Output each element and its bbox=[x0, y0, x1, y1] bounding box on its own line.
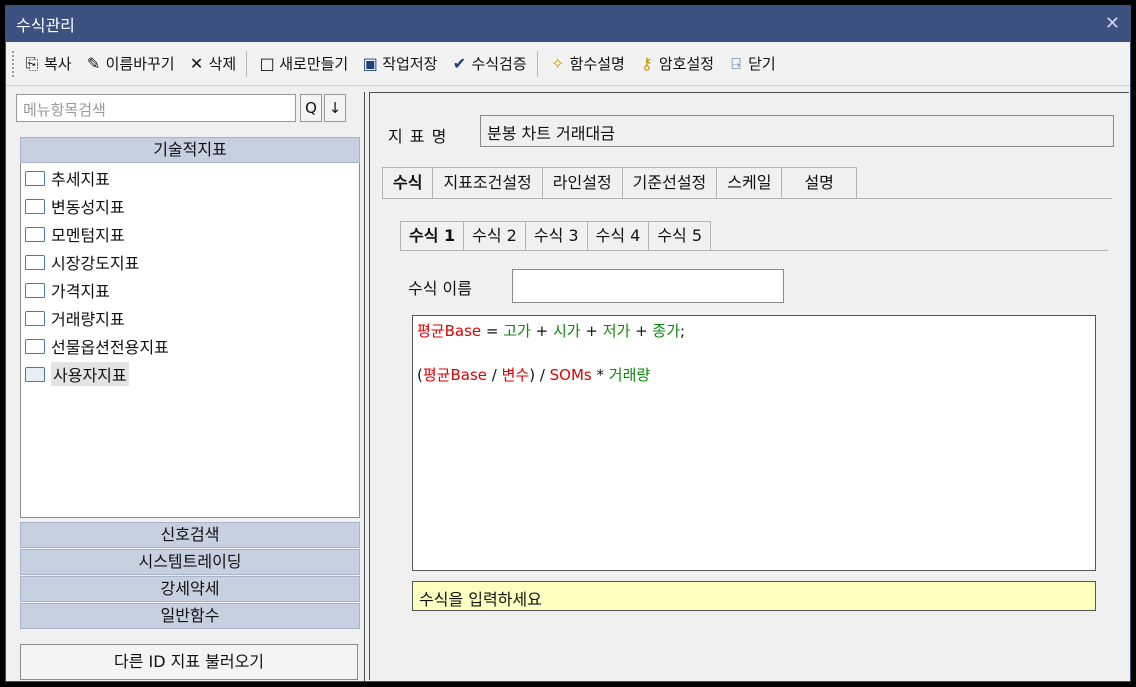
code-token: * bbox=[591, 366, 609, 384]
subtab-formula-4[interactable]: 수식 4 bbox=[586, 221, 650, 251]
subtab-formula-5[interactable]: 수식 5 bbox=[648, 221, 712, 251]
rename-icon: ✎ bbox=[86, 54, 101, 73]
new-button[interactable]: □ 새로만들기 bbox=[251, 48, 354, 80]
category-general-functions[interactable]: 일반함수 bbox=[20, 603, 360, 629]
code-token: ) / bbox=[529, 366, 550, 384]
tree-item[interactable]: 선물옵션전용지표 bbox=[25, 333, 169, 359]
subtab-formula-2[interactable]: 수식 2 bbox=[463, 221, 526, 251]
tab-formula[interactable]: 수식 bbox=[382, 167, 434, 199]
tab-divider bbox=[382, 198, 1112, 199]
code-token: / bbox=[487, 366, 502, 384]
toolbar-separator bbox=[536, 50, 538, 77]
load-other-id-button[interactable]: 다른 ID 지표 불러오기 bbox=[20, 644, 358, 680]
folder-open-icon bbox=[25, 366, 45, 382]
folder-icon bbox=[25, 226, 45, 242]
code-token: + bbox=[630, 322, 653, 340]
code-token: 시가 bbox=[552, 322, 581, 340]
title-bar: 수식관리 ✕ bbox=[6, 6, 1130, 42]
category-technical[interactable]: 기술적지표 bbox=[20, 137, 360, 163]
window-title: 수식관리 bbox=[16, 16, 75, 35]
delete-button[interactable]: ✕ 삭제 bbox=[181, 48, 243, 80]
code-line: 평균Base = 고가 + 시가 + 저가 + 종가; bbox=[417, 320, 1091, 342]
folder-icon bbox=[25, 338, 45, 354]
close-icon[interactable]: ✕ bbox=[1105, 13, 1120, 34]
save-icon: ▣ bbox=[362, 54, 378, 73]
indicator-tree: 추세지표 변동성지표 모멘텀지표 시장강도지표 가격지표 거래량지표 선물옵션전… bbox=[20, 163, 360, 518]
search-icon[interactable]: Q bbox=[300, 94, 322, 122]
close-button[interactable]: ⍈ 닫기 bbox=[720, 48, 782, 80]
left-pane: 메뉴항목검색 Q ↓ 기술적지표 추세지표 변동성지표 모멘텀지표 시장강도지표… bbox=[16, 92, 362, 681]
toolbar-separator bbox=[246, 50, 248, 77]
subtab-formula-3[interactable]: 수식 3 bbox=[524, 221, 588, 251]
code-token: + bbox=[530, 322, 553, 340]
menu-search-input[interactable]: 메뉴항목검색 bbox=[16, 94, 296, 122]
code-token: ; bbox=[680, 322, 686, 340]
code-token: 변수 bbox=[501, 366, 530, 384]
category-strength[interactable]: 강세약세 bbox=[20, 576, 360, 602]
new-document-icon: □ bbox=[259, 54, 275, 73]
key-icon: ⚷ bbox=[641, 54, 653, 73]
arrow-down-icon[interactable]: ↓ bbox=[324, 94, 346, 122]
tree-item[interactable]: 가격지표 bbox=[25, 277, 110, 303]
verify-button[interactable]: ✔ 수식검증 bbox=[443, 48, 532, 80]
main-tabs: 수식 지표조건설정 라인설정 기준선설정 스케일 설명 bbox=[382, 167, 857, 199]
indicator-name-label: 지 표 명 bbox=[388, 127, 448, 146]
formula-name-input[interactable] bbox=[512, 269, 784, 303]
formula-name-label: 수식 이름 bbox=[408, 279, 472, 298]
category-system-trading[interactable]: 시스템트레이딩 bbox=[20, 549, 360, 575]
save-button[interactable]: ▣ 작업저장 bbox=[354, 48, 443, 80]
formula-manager-window: 수식관리 ✕ ⎘ 복사 ✎ 이름바꾸기 ✕ 삭제 □ 새로만들기 ▣ 작업저장 ✔ 수식검증… bbox=[5, 5, 1131, 682]
delete-icon: ✕ bbox=[189, 54, 204, 73]
code-token: 거래량 bbox=[608, 366, 651, 384]
code-token: 평균Base bbox=[417, 322, 482, 340]
folder-icon bbox=[25, 198, 45, 214]
formula-editor[interactable]: 평균Base = 고가 + 시가 + 저가 + 종가; (평균Base / 변수… bbox=[412, 315, 1096, 571]
folder-icon bbox=[25, 254, 45, 270]
subtab-formula-1[interactable]: 수식 1 bbox=[400, 221, 465, 251]
subtab-divider bbox=[400, 250, 1108, 251]
right-pane: 지 표 명 분봉 차트 거래대금 수식 지표조건설정 라인설정 기준선설정 스케… bbox=[369, 92, 1129, 680]
formula-subtabs: 수식 1 수식 2 수식 3 수식 4 수식 5 bbox=[400, 221, 712, 251]
folder-icon bbox=[25, 282, 45, 298]
code-token: SOMs bbox=[549, 366, 592, 384]
code-token: 평균Base bbox=[422, 366, 487, 384]
status-hint: 수식을 입력하세요 bbox=[412, 581, 1096, 611]
tree-item[interactable]: 추세지표 bbox=[25, 165, 110, 191]
code-line: (평균Base / 변수) / SOMs * 거래량 bbox=[417, 364, 1091, 386]
category-signal-search[interactable]: 신호검색 bbox=[20, 522, 360, 548]
folder-icon bbox=[25, 170, 45, 186]
code-token: 저가 bbox=[602, 322, 631, 340]
indicator-name-field[interactable]: 분봉 차트 거래대금 bbox=[480, 115, 1114, 147]
tree-item[interactable]: 거래량지표 bbox=[25, 305, 125, 331]
code-token: 종가 bbox=[652, 322, 681, 340]
check-icon: ✔ bbox=[452, 54, 467, 73]
pane-divider[interactable] bbox=[364, 92, 365, 681]
toolbar: ⎘ 복사 ✎ 이름바꾸기 ✕ 삭제 □ 새로만들기 ▣ 작업저장 ✔ 수식검증 ✧ 함수설명 … bbox=[6, 42, 1130, 86]
tab-condition[interactable]: 지표조건설정 bbox=[432, 167, 543, 199]
magic-wand-icon: ✧ bbox=[550, 54, 565, 73]
tree-item[interactable]: 모멘텀지표 bbox=[25, 221, 125, 247]
tree-item-selected[interactable]: 사용자지표 bbox=[25, 361, 129, 387]
tab-baseline[interactable]: 기준선설정 bbox=[621, 167, 718, 199]
password-button[interactable]: ⚷ 암호설정 bbox=[631, 48, 720, 80]
exit-door-icon: ⍈ bbox=[731, 53, 741, 73]
code-token: + bbox=[580, 322, 603, 340]
code-token: 고가 bbox=[503, 322, 531, 340]
tree-item[interactable]: 변동성지표 bbox=[25, 193, 125, 219]
rename-button[interactable]: ✎ 이름바꾸기 bbox=[78, 48, 181, 80]
code-token: = bbox=[481, 322, 504, 340]
tab-description[interactable]: 설명 bbox=[781, 167, 857, 199]
tree-item[interactable]: 시장강도지표 bbox=[25, 249, 139, 275]
function-help-button[interactable]: ✧ 함수설명 bbox=[542, 48, 631, 80]
copy-button[interactable]: ⎘ 복사 bbox=[16, 48, 78, 80]
folder-icon bbox=[25, 310, 45, 326]
copy-icon: ⎘ bbox=[25, 53, 39, 73]
tab-line[interactable]: 라인설정 bbox=[541, 167, 623, 199]
tab-scale[interactable]: 스케일 bbox=[716, 167, 783, 199]
